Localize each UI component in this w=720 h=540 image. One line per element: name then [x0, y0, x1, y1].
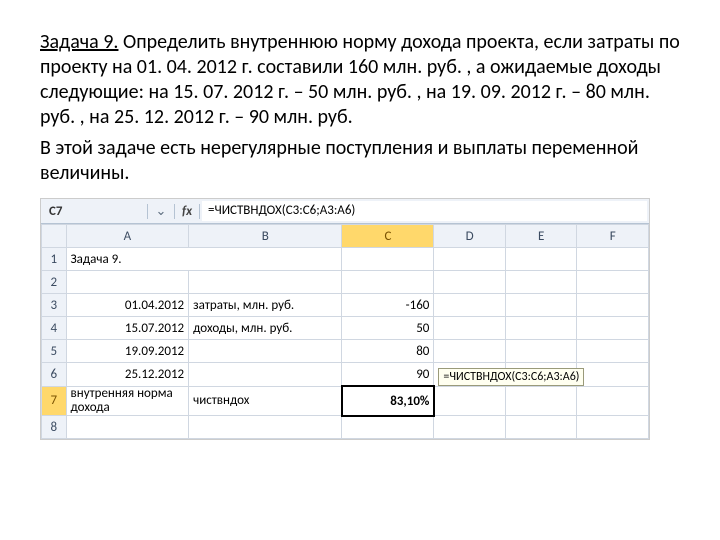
table-row: 2	[42, 271, 649, 294]
spreadsheet-grid[interactable]: A B C D E F 1 Задача 9. 2 3 01.04.2012 з…	[41, 224, 649, 439]
cell[interactable]: 80	[342, 340, 434, 363]
col-header-f[interactable]: F	[577, 225, 649, 248]
fx-icon[interactable]: fx	[175, 204, 200, 219]
cell[interactable]: 19.09.2012	[66, 340, 189, 363]
cell[interactable]	[505, 317, 577, 340]
table-row: 6 25.12.2012 90 =ЧИСТВНДОХ(C3:C6;A3:A6)	[42, 363, 649, 387]
cell[interactable]	[342, 248, 434, 271]
table-row: 7 внутренняя норма дохода чиствндох 83,1…	[42, 386, 649, 416]
cell[interactable]: 15.07.2012	[66, 317, 189, 340]
cell[interactable]	[66, 271, 189, 294]
formula-input[interactable]: =ЧИСТВНДОХ(C3:C6;A3:A6)	[202, 201, 647, 221]
task-title: Задача 9.	[40, 30, 118, 54]
table-row: 5 19.09.2012 80	[42, 340, 649, 363]
cell[interactable]: 50	[342, 317, 434, 340]
task-body: Определить внутреннюю норму дохода проек…	[40, 30, 680, 129]
selected-cell[interactable]: 83,10%	[342, 386, 434, 416]
cell[interactable]	[577, 340, 649, 363]
table-row: 3 01.04.2012 затраты, млн. руб. -160	[42, 294, 649, 317]
col-header-e[interactable]: E	[505, 225, 577, 248]
cell[interactable]: 90	[342, 363, 434, 387]
cell[interactable]	[434, 317, 506, 340]
cell[interactable]	[505, 248, 577, 271]
name-box[interactable]: C7	[41, 204, 148, 219]
cell[interactable]	[577, 416, 649, 439]
col-header-d[interactable]: D	[434, 225, 506, 248]
row-header[interactable]: 7	[42, 386, 67, 416]
cell[interactable]: затраты, млн. руб.	[189, 294, 342, 317]
formula-bar: C7 ⌄ fx =ЧИСТВНДОХ(C3:C6;A3:A6)	[41, 199, 649, 224]
cell[interactable]	[505, 386, 577, 416]
cell[interactable]	[434, 416, 506, 439]
cell[interactable]	[189, 340, 342, 363]
row-header[interactable]: 5	[42, 340, 67, 363]
cell[interactable]	[505, 271, 577, 294]
cell[interactable]	[577, 294, 649, 317]
table-row: 8	[42, 416, 649, 439]
cell[interactable]: внутренняя норма дохода	[66, 386, 189, 416]
name-box-dropdown-icon[interactable]: ⌄	[148, 204, 175, 219]
formula-tooltip: =ЧИСТВНДОХ(C3:C6;A3:A6)	[438, 368, 584, 386]
cell[interactable]: =ЧИСТВНДОХ(C3:C6;A3:A6)	[434, 363, 506, 387]
row-header[interactable]: 2	[42, 271, 67, 294]
table-row: 4 15.07.2012 доходы, млн. руб. 50	[42, 317, 649, 340]
col-header-c[interactable]: C	[342, 225, 434, 248]
row-header[interactable]: 4	[42, 317, 67, 340]
cell[interactable]	[189, 271, 342, 294]
cell[interactable]: 25.12.2012	[66, 363, 189, 387]
row-header[interactable]: 6	[42, 363, 67, 387]
cell[interactable]	[577, 386, 649, 416]
cell[interactable]	[342, 271, 434, 294]
task-paragraph-2: В этой задаче есть нерегулярные поступле…	[40, 136, 680, 186]
column-header-row: A B C D E F	[42, 225, 649, 248]
select-all-corner[interactable]	[42, 225, 67, 248]
col-header-b[interactable]: B	[189, 225, 342, 248]
cell[interactable]	[577, 248, 649, 271]
cell[interactable]: Задача 9.	[66, 248, 342, 271]
cell[interactable]	[577, 317, 649, 340]
cell[interactable]: доходы, млн. руб.	[189, 317, 342, 340]
col-header-a[interactable]: A	[66, 225, 189, 248]
cell[interactable]	[434, 248, 506, 271]
cell[interactable]	[66, 416, 189, 439]
task-paragraph-1: Задача 9. Определить внутреннюю норму до…	[40, 30, 680, 130]
cell[interactable]: 01.04.2012	[66, 294, 189, 317]
row-header[interactable]: 1	[42, 248, 67, 271]
row-header[interactable]: 3	[42, 294, 67, 317]
cell[interactable]	[434, 386, 506, 416]
cell[interactable]	[434, 271, 506, 294]
cell[interactable]	[434, 294, 506, 317]
cell[interactable]	[577, 363, 649, 387]
cell[interactable]	[505, 416, 577, 439]
cell[interactable]	[342, 416, 434, 439]
row-header[interactable]: 8	[42, 416, 67, 439]
cell[interactable]	[434, 340, 506, 363]
cell[interactable]	[577, 271, 649, 294]
cell[interactable]	[505, 294, 577, 317]
cell[interactable]	[189, 363, 342, 387]
table-row: 1 Задача 9.	[42, 248, 649, 271]
cell[interactable]: чиствндох	[189, 386, 342, 416]
cell[interactable]: -160	[342, 294, 434, 317]
excel-frame: C7 ⌄ fx =ЧИСТВНДОХ(C3:C6;A3:A6) A B C D …	[40, 198, 650, 440]
cell[interactable]	[189, 416, 342, 439]
cell[interactable]	[505, 340, 577, 363]
